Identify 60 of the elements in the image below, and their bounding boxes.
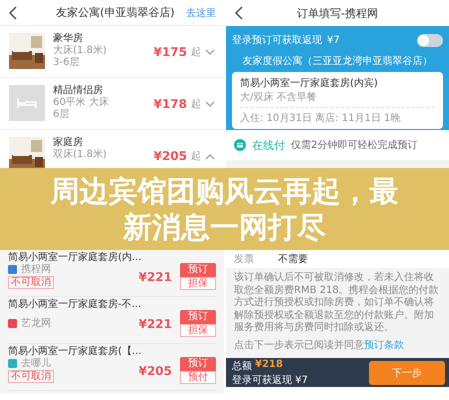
offer-name: 简易小两室一厅家庭套房(【... [8,346,142,358]
bed-icon [17,97,37,109]
cancellation-notice: 该订单确认后不可被取消修改，若未入住将收取您全额房费RMB 218。携程会根据您的付款方式进行预授权或扣除房费，如订单不确认将解除预授权或全额退款至您的付款账户。附加服务费用将与房费同时扣除或返还。 [233,270,440,334]
room-name: 简易小两室一厅家庭套房(内宾) [240,76,379,90]
terms-link[interactable]: 预订条款 [364,340,404,350]
stay-dates: 入住: 10月31日 离店: 11月1日 1晚 [240,112,402,125]
room-price: ¥178 [154,97,187,111]
agreement-text: 点击下一步表示已阅读并同意预订条款 [233,338,405,352]
room-detail: 大/双床 不含早餐 [240,90,435,108]
back-icon[interactable] [8,6,18,20]
offer-tag: 不可取消 [8,370,54,383]
collapse-icon[interactable] [205,152,215,160]
headline: 周边宾馆团购风云再起，最新消息一网打尽 [49,173,400,245]
payment-hint: 仅需2分钟即可轻松完成预订 [291,138,418,152]
room-name: 家庭房 [53,137,84,148]
price-suffix: 起 [191,46,201,59]
offer-name: 简易小两室一厅家庭套房-不... [8,299,142,311]
room-detail: 3-6层 [53,57,80,69]
room-price: ¥175 [154,45,187,59]
book-button[interactable]: 预订 [180,263,216,277]
offer-price: ¥205 [138,364,172,378]
payment-method: 在线付 [252,138,285,152]
invoice-label: 发票 [234,253,254,266]
source-name: 去哪儿 [21,358,51,369]
offer-price: ¥221 [138,270,172,284]
price-suffix: 起 [191,150,201,163]
price-suffix: 起 [191,98,201,111]
room-detail: 6层 [53,109,70,121]
guarantee-button[interactable]: 担保 [180,324,216,337]
hotel-name: 友家度假公寓（三亚亚龙湾申亚翡翠谷店） [242,54,434,69]
invoice-value[interactable]: 不需要 [278,252,308,266]
next-button[interactable]: 下一步 [369,360,445,384]
book-button[interactable]: 预订 [180,357,216,371]
expand-icon[interactable] [205,48,215,56]
offer-tag: 不可取消 [8,276,54,289]
offer-name: 简易小两室一厅家庭套房(内... [8,252,142,264]
page-title: 订单填写-携程网 [296,6,379,20]
guarantee-button[interactable]: 担保 [180,277,216,290]
navigate-link[interactable]: 去这里 [186,6,216,20]
room-detail: 大床(1.8米) [53,45,108,57]
room-detail: 双床(1.8米) [53,149,108,161]
room-name: 豪华房 [53,33,84,44]
expand-icon[interactable] [205,100,215,108]
cashback-note: 登录可获返现 ¥7 [232,374,309,386]
source-name: 艺龙网 [21,318,51,329]
wallet-icon [234,139,246,151]
total-price: ¥218 [255,358,283,372]
room-name: 精品情侣房 [53,85,104,96]
room-price: ¥205 [154,149,187,163]
guarantee-button[interactable]: 预付 [180,371,216,384]
source-name: 携程网 [21,264,51,275]
offer-price: ¥221 [138,316,172,330]
cashback-toggle[interactable] [417,34,443,46]
total-label: 总额 [232,360,252,372]
room-detail: 60平米 大床 [53,97,110,109]
back-icon[interactable] [234,6,244,20]
book-button[interactable]: 预订 [180,310,216,324]
cashback-label: 登录预订可获取返现 [232,34,322,47]
page-title: 友家公寓(申亚翡翠谷店) [56,5,176,20]
cashback-amount: ¥7 [327,34,340,46]
